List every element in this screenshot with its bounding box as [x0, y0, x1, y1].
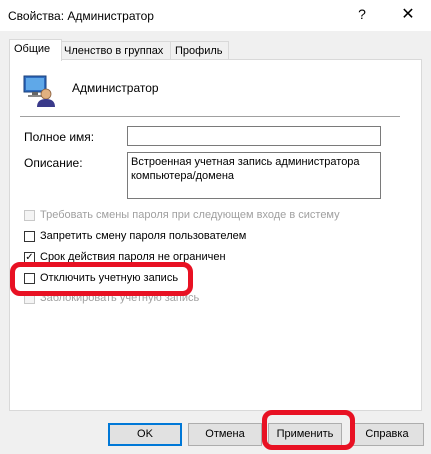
highlight-apply-button — [262, 410, 355, 450]
close-icon[interactable]: ✕ — [398, 4, 418, 24]
help-icon[interactable]: ? — [354, 6, 370, 22]
highlight-disable-account — [10, 262, 193, 296]
help-button[interactable]: Справка — [350, 423, 424, 446]
option-forbid-password-change[interactable]: Запретить смену пароля пользователем — [24, 228, 246, 244]
tab-general[interactable]: Общие — [9, 39, 62, 61]
tab-membership[interactable]: Членство в группах — [59, 41, 172, 60]
ok-button[interactable]: OK — [108, 423, 182, 446]
cancel-button[interactable]: Отмена — [188, 423, 262, 446]
option-label: Запретить смену пароля пользователем — [40, 230, 247, 242]
title-bar: Свойства: Администратор ? ✕ — [0, 0, 431, 31]
separator — [20, 116, 400, 117]
full-name-field[interactable] — [127, 126, 381, 146]
general-panel: Администратор Полное имя: Описание: Встр… — [9, 59, 422, 411]
checkbox-checked[interactable]: ✓ — [24, 251, 35, 263]
user-account-icon — [23, 75, 55, 107]
full-name-label: Полное имя: — [24, 130, 95, 144]
window-title: Свойства: Администратор — [8, 9, 154, 23]
tab-profile[interactable]: Профиль — [170, 41, 229, 60]
option-require-password-change[interactable]: Требовать смены пароля при следующем вхо… — [24, 207, 340, 223]
option-label: Требовать смены пароля при следующем вхо… — [40, 209, 340, 221]
properties-dialog: Свойства: Администратор ? ✕ Общие Членст… — [0, 0, 431, 454]
description-label: Описание: — [24, 156, 83, 170]
description-field[interactable]: Встроенная учетная запись администратора… — [127, 152, 381, 199]
user-name: Администратор — [72, 81, 159, 95]
checkbox[interactable] — [24, 209, 35, 221]
checkbox[interactable] — [24, 230, 35, 242]
